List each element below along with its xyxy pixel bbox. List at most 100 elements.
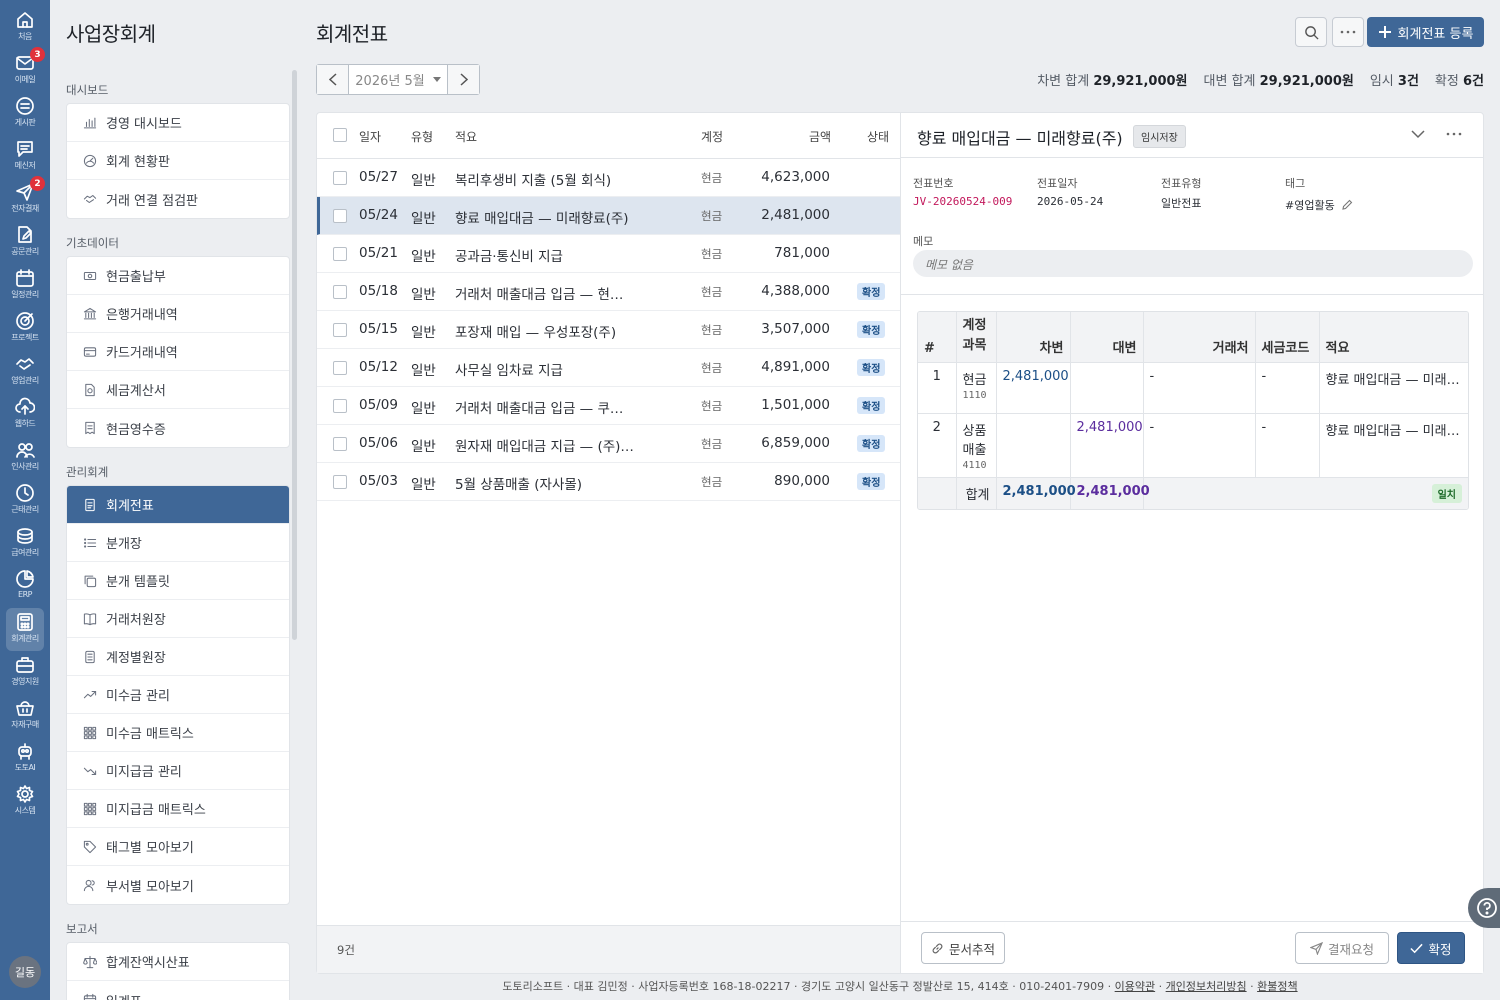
rail-item-gear[interactable]: 시스템 <box>0 780 50 823</box>
row-checkbox[interactable] <box>333 437 347 451</box>
rail-item-home[interactable]: 처음 <box>0 6 50 49</box>
table-row[interactable]: 05/27 일반 복리후생비 지출 (5월 회식) 현금 4,623,000 <box>317 159 900 197</box>
sidebar-item[interactable]: 계정별원장 <box>67 638 289 676</box>
row-checkbox[interactable] <box>333 285 347 299</box>
journal-row[interactable]: 2 상품 매출 4110 2,481,000- - 향료 매입대금 — 미래… <box>918 412 1468 477</box>
sidebar-item[interactable]: 미수금 매트릭스 <box>67 714 289 752</box>
sidebar-item[interactable]: 일계표 <box>67 981 289 1000</box>
sidebar-item-label: 합계잔액시산표 <box>106 956 190 971</box>
journal-row[interactable]: 1 현금 1110 2,481,000- - 향료 매입대금 — 미래… <box>918 361 1468 413</box>
rail-item-clock[interactable]: 근태관리 <box>0 479 50 522</box>
rail-item-target[interactable]: 프로젝트 <box>0 307 50 350</box>
col-amount[interactable]: 금액 <box>809 128 831 145</box>
rail-item-calculator[interactable]: 회계관리 <box>6 608 44 651</box>
more-button[interactable] <box>1332 17 1364 47</box>
row-checkbox[interactable] <box>333 361 347 375</box>
privacy-link[interactable]: 개인정보처리방침 <box>1166 980 1247 993</box>
prev-month-button[interactable] <box>317 65 348 94</box>
rail-item-pie-chart[interactable]: ERP <box>0 565 50 608</box>
voucher-type-value: 일반전표 <box>1161 197 1202 210</box>
page-title: 회계전표 <box>316 22 388 46</box>
rail-item-mail[interactable]: 이메일 3 <box>0 47 50 92</box>
sidebar-item[interactable]: 분개 템플릿 <box>67 562 289 600</box>
detail-more-button[interactable] <box>1446 132 1462 136</box>
document-trace-button[interactable]: 문서추적 <box>921 932 1005 964</box>
rail-item-cloud-upload[interactable]: 웹하드 <box>0 393 50 436</box>
help-button[interactable] <box>1468 888 1500 928</box>
rail-item-handshake[interactable]: 영업관리 <box>0 350 50 393</box>
sidebar-item[interactable]: 경영 대시보드 <box>67 104 289 142</box>
table-row[interactable]: 05/09 일반 거래처 매출대금 입금 — 쿠… 현금 1,501,000 확정 <box>317 387 900 425</box>
rail-item-document-edit[interactable]: 공문관리 <box>0 221 50 264</box>
terms-link[interactable]: 이용약관 <box>1115 980 1155 993</box>
sidebar-item[interactable]: 합계잔액시산표 <box>67 943 289 981</box>
row-checkbox[interactable] <box>333 475 347 489</box>
sidebar-item[interactable]: 분개장 <box>67 524 289 562</box>
sidebar-item[interactable]: 세금계산서 <box>67 371 289 409</box>
month-select[interactable]: 2026년 5월 <box>348 65 448 94</box>
rail-item-robot[interactable]: 도토AI <box>0 737 50 780</box>
handshake-icon <box>83 194 97 204</box>
sidebar-item[interactable]: 거래처원장 <box>67 600 289 638</box>
table-row[interactable]: 05/15 일반 포장재 매입 — 우성포장(주) 현금 3,507,000 확정 <box>317 311 900 349</box>
row-checkbox[interactable] <box>333 399 347 413</box>
jt-partner: - <box>1143 412 1256 477</box>
search-button[interactable] <box>1295 17 1327 47</box>
col-type[interactable]: 유형 <box>411 128 433 145</box>
memo-field[interactable]: 메모 없음 <box>913 250 1473 277</box>
sidebar-item-label: 분개장 <box>106 537 142 552</box>
sidebar-item[interactable]: 미지급금 매트릭스 <box>67 790 289 828</box>
user-avatar[interactable]: 길동 <box>9 956 41 988</box>
pencil-icon[interactable] <box>1341 199 1353 211</box>
table-row[interactable]: 05/06 일반 원자재 매입대금 지급 — (주)… 현금 6,859,000 확정 <box>317 425 900 463</box>
sidebar-item[interactable]: 현금출납부 <box>67 257 289 295</box>
sidebar-item[interactable]: 회계 현황판 <box>67 142 289 180</box>
table-row[interactable]: 05/24 일반 향료 매입대금 — 미래향료(주) 현금 2,481,000 <box>317 197 900 235</box>
sidebar-item[interactable]: 태그별 모아보기 <box>67 828 289 866</box>
sidebar-item-label: 회계 현황판 <box>106 155 170 170</box>
table-row[interactable]: 05/12 일반 사무실 임차료 지급 현금 4,891,000 확정 <box>317 349 900 387</box>
rail-item-label: 게시판 <box>14 118 36 127</box>
next-month-button[interactable] <box>448 65 479 94</box>
rail-item-board[interactable]: 게시판 <box>0 92 50 135</box>
rail-item-coins[interactable]: 급여관리 <box>0 522 50 565</box>
sidebar-item[interactable]: 미수금 관리 <box>67 676 289 714</box>
row-checkbox[interactable] <box>333 323 347 337</box>
select-all-checkbox[interactable] <box>333 128 347 142</box>
rail-item-people[interactable]: 인사관리 <box>0 436 50 479</box>
rail-item-approval[interactable]: 전자결재 2 <box>0 176 50 221</box>
col-date[interactable]: 일자 <box>359 128 381 145</box>
rail-item-briefcase[interactable]: 경영지원 <box>0 651 50 694</box>
sidebar-item[interactable]: 회계전표 <box>67 486 289 524</box>
table-row[interactable]: 05/18 일반 거래처 매출대금 입금 — 현… 현금 4,388,000 확정 <box>317 273 900 311</box>
sidebar-item[interactable]: 카드거래내역 <box>67 333 289 371</box>
jt-sum-label: 합계 <box>956 476 997 509</box>
rail-item-label: 일정관리 <box>11 290 39 299</box>
sidebar-section-title: 보고서 <box>66 922 98 936</box>
sidebar-item[interactable]: 부서별 모아보기 <box>67 866 289 904</box>
sidebar-item[interactable]: 거래 연결 점검판 <box>67 180 289 218</box>
register-voucher-button[interactable]: 회계전표 등록 <box>1367 17 1484 47</box>
rail-item-messenger[interactable]: 메신저 <box>0 135 50 178</box>
col-status[interactable]: 상태 <box>867 128 889 145</box>
sidebar-item[interactable]: 은행거래내역 <box>67 295 289 333</box>
collapse-button[interactable] <box>1411 127 1425 141</box>
row-type: 일반 <box>411 211 436 227</box>
col-account[interactable]: 계정 <box>701 128 723 145</box>
rail-item-calendar[interactable]: 일정관리 <box>0 264 50 307</box>
sidebar-scrollbar[interactable] <box>292 70 297 640</box>
table-row[interactable]: 05/21 일반 공과금·통신비 지급 현금 781,000 <box>317 235 900 273</box>
row-type: 일반 <box>411 363 436 379</box>
col-desc[interactable]: 적요 <box>455 128 477 145</box>
refund-link[interactable]: 환불정책 <box>1257 980 1297 993</box>
sidebar-item[interactable]: 미지급금 관리 <box>67 752 289 790</box>
row-checkbox[interactable] <box>333 209 347 223</box>
sidebar-item[interactable]: 현금영수증 <box>67 409 289 447</box>
voucher-date-value: 2026-05-24 <box>1037 195 1104 208</box>
rail-item-basket[interactable]: 자재구매 <box>0 694 50 737</box>
approval-request-button[interactable]: 결재요청 <box>1295 932 1389 964</box>
table-row[interactable]: 05/03 일반 5월 상품매출 (자사몰) 현금 890,000 확정 <box>317 463 900 501</box>
row-checkbox[interactable] <box>333 247 347 261</box>
confirm-button[interactable]: 확정 <box>1397 932 1465 964</box>
row-checkbox[interactable] <box>333 171 347 185</box>
